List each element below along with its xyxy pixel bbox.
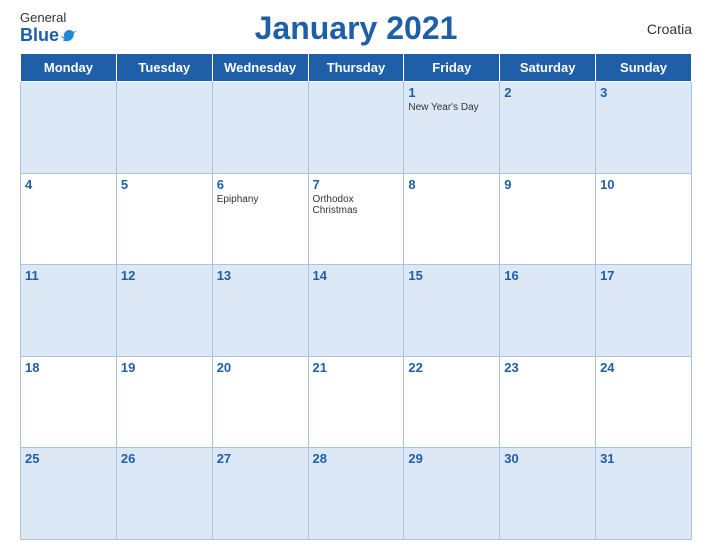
day-number: 4 [25,177,112,192]
day-number: 30 [504,451,591,466]
calendar-cell: 24 [596,356,692,448]
logo: General Blue [20,11,79,46]
calendar-tbody: 1 New Year's Day 23 456 Epiphany 7 Orthodox Ch… [21,82,692,540]
day-number: 12 [121,268,208,283]
calendar-cell: 27 [212,448,308,540]
holiday-text: New Year's Day [408,102,495,113]
day-number: 29 [408,451,495,466]
weekday-header-tuesday: Tuesday [116,54,212,82]
calendar-cell: 26 [116,448,212,540]
day-number: 26 [121,451,208,466]
calendar-cell: 16 [500,265,596,357]
day-number: 7 [313,177,400,192]
calendar-cell [308,82,404,174]
calendar-thead: MondayTuesdayWednesdayThursdayFridaySatu… [21,54,692,82]
month-title: January 2021 [255,10,458,47]
weekday-header-saturday: Saturday [500,54,596,82]
logo-blue-text: Blue [20,25,59,46]
calendar-cell: 28 [308,448,404,540]
calendar-cell: 1 New Year's Day [404,82,500,174]
calendar-week-1: 1 New Year's Day 23 [21,82,692,174]
day-number: 25 [25,451,112,466]
calendar-cell: 21 [308,356,404,448]
day-number: 8 [408,177,495,192]
calendar-week-5: 25 26 27 28 29 30 31 [21,448,692,540]
weekday-header-monday: Monday [21,54,117,82]
calendar-cell: 5 [116,173,212,265]
day-number: 31 [600,451,687,466]
calendar-week-2: 456 Epiphany 7 Orthodox Christmas 89 10 [21,173,692,265]
calendar-cell: 22 [404,356,500,448]
calendar-cell: 3 [596,82,692,174]
calendar-cell: 8 [404,173,500,265]
calendar-cell: 9 [500,173,596,265]
calendar-header: General Blue January 2021 Croatia [20,10,692,47]
day-number: 27 [217,451,304,466]
day-number: 18 [25,360,112,375]
day-number: 19 [121,360,208,375]
day-number: 2 [504,85,591,100]
logo-blue-container: Blue [20,25,79,46]
calendar-cell: 13 [212,265,308,357]
calendar-cell: 11 [21,265,117,357]
weekday-header-sunday: Sunday [596,54,692,82]
day-number: 13 [217,268,304,283]
day-number: 16 [504,268,591,283]
calendar-cell: 6 Epiphany [212,173,308,265]
day-number: 5 [121,177,208,192]
day-number: 11 [25,268,112,283]
day-number: 22 [408,360,495,375]
day-number: 24 [600,360,687,375]
day-number: 9 [504,177,591,192]
day-number: 14 [313,268,400,283]
calendar-cell [212,82,308,174]
calendar-cell: 29 [404,448,500,540]
calendar-cell: 4 [21,173,117,265]
calendar-cell: 30 [500,448,596,540]
calendar-week-3: 11 12 13 14 15 16 17 [21,265,692,357]
holiday-text: Epiphany [217,194,304,205]
holiday-text: Orthodox Christmas [313,194,400,216]
weekday-header-friday: Friday [404,54,500,82]
calendar-cell: 23 [500,356,596,448]
calendar-cell: 12 [116,265,212,357]
calendar-cell: 14 [308,265,404,357]
calendar-cell: 7 Orthodox Christmas [308,173,404,265]
calendar-cell: 31 [596,448,692,540]
weekday-header-row: MondayTuesdayWednesdayThursdayFridaySatu… [21,54,692,82]
calendar-cell [21,82,117,174]
day-number: 23 [504,360,591,375]
day-number: 15 [408,268,495,283]
day-number: 17 [600,268,687,283]
calendar-cell: 15 [404,265,500,357]
calendar-cell: 2 [500,82,596,174]
day-number: 1 [408,85,495,100]
calendar-cell: 17 [596,265,692,357]
logo-general-text: General [20,11,66,25]
country-label: Croatia [647,21,692,37]
calendar-cell: 25 [21,448,117,540]
day-number: 6 [217,177,304,192]
weekday-header-wednesday: Wednesday [212,54,308,82]
day-number: 28 [313,451,400,466]
day-number: 21 [313,360,400,375]
calendar-cell [116,82,212,174]
calendar-week-4: 18 19 20 21 22 23 24 [21,356,692,448]
day-number: 3 [600,85,687,100]
logo-bird-icon [61,27,79,45]
calendar-cell: 18 [21,356,117,448]
day-number: 10 [600,177,687,192]
calendar-cell: 20 [212,356,308,448]
calendar-cell: 19 [116,356,212,448]
day-number: 20 [217,360,304,375]
weekday-header-thursday: Thursday [308,54,404,82]
calendar-table: MondayTuesdayWednesdayThursdayFridaySatu… [20,53,692,540]
calendar-cell: 10 [596,173,692,265]
